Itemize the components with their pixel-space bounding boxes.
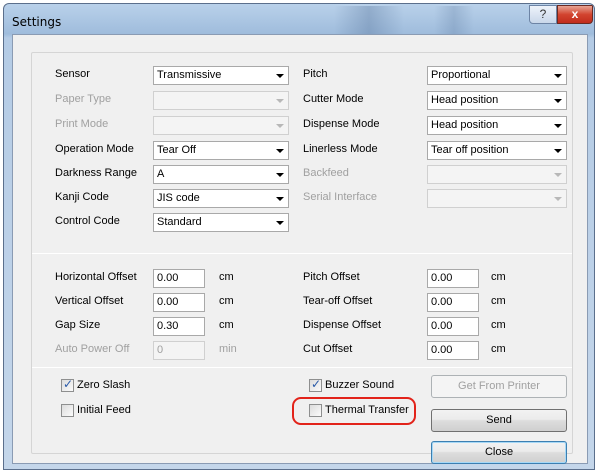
title-bar-glow-secondary [434, 6, 474, 34]
chevron-down-icon [276, 197, 284, 201]
dispense-offset-label: Dispense Offset [303, 319, 382, 331]
kanji-code-label: Kanji Code [55, 191, 109, 203]
zero-slash-checkbox[interactable]: ✓ [61, 377, 74, 392]
vertical-offset-input[interactable]: 0.00 [153, 293, 205, 312]
section-divider [32, 253, 572, 254]
window-close-button[interactable]: x [557, 5, 593, 24]
sensor-value: Transmissive [157, 69, 222, 81]
auto-power-off-input[interactable]: 0 [153, 341, 205, 360]
buzzer-sound-label: Buzzer Sound [325, 379, 395, 391]
sensor-label: Sensor [55, 68, 90, 80]
cut-offset-label: Cut Offset [303, 343, 353, 355]
control-code-value: Standard [157, 216, 202, 228]
settings-window: Settings ? x Sensor Transmissive Paper T… [3, 3, 595, 470]
horizontal-offset-unit: cm [219, 271, 234, 283]
help-icon: ? [539, 7, 547, 21]
initial-feed-label: Initial Feed [77, 404, 131, 416]
send-button[interactable]: Send [431, 409, 567, 432]
pitch-offset-input[interactable]: 0.00 [427, 269, 479, 288]
auto-power-off-unit: min [219, 343, 237, 355]
chevron-down-icon [276, 99, 284, 103]
linerless-mode-label: Linerless Mode [303, 143, 378, 155]
dispense-offset-unit: cm [491, 319, 506, 331]
gap-size-label: Gap Size [55, 319, 101, 331]
chevron-down-icon [554, 197, 562, 201]
horizontal-offset-input[interactable]: 0.00 [153, 269, 205, 288]
window-title: Settings [12, 15, 62, 29]
chevron-down-icon [554, 74, 562, 78]
auto-power-off-label: Auto Power Off [55, 343, 130, 355]
checkmark-icon: ✓ [311, 377, 322, 391]
chevron-down-icon [554, 149, 562, 153]
section-divider [32, 367, 572, 368]
kanji-code-dropdown[interactable]: JIS code [153, 189, 289, 208]
cut-offset-input[interactable]: 0.00 [427, 341, 479, 360]
zero-slash-label: Zero Slash [77, 379, 131, 391]
darkness-range-value: A [157, 168, 165, 180]
darkness-range-dropdown[interactable]: A [153, 165, 289, 184]
help-button[interactable]: ? [529, 5, 557, 24]
serial-interface-dropdown[interactable] [427, 189, 567, 208]
print-mode-label: Print Mode [55, 118, 109, 130]
kanji-code-value: JIS code [157, 192, 200, 204]
pitch-value: Proportional [431, 69, 491, 81]
control-code-label: Control Code [55, 215, 120, 227]
darkness-range-label: Darkness Range [55, 167, 137, 179]
linerless-mode-value: Tear off position [431, 144, 509, 156]
operation-mode-label: Operation Mode [55, 143, 134, 155]
vertical-offset-unit: cm [219, 295, 234, 307]
pitch-offset-unit: cm [491, 271, 506, 283]
get-from-printer-button[interactable]: Get From Printer [431, 375, 567, 398]
dispense-offset-input[interactable]: 0.00 [427, 317, 479, 336]
backfeed-label: Backfeed [303, 167, 349, 179]
dispense-mode-value: Head position [431, 119, 499, 131]
chevron-down-icon [554, 99, 562, 103]
chevron-down-icon [276, 124, 284, 128]
pitch-label: Pitch [303, 68, 328, 80]
pitch-dropdown[interactable]: Proportional [427, 66, 567, 85]
chevron-down-icon [276, 74, 284, 78]
dispense-mode-label: Dispense Mode [303, 118, 380, 130]
operation-mode-dropdown[interactable]: Tear Off [153, 141, 289, 160]
title-bar-glow [334, 6, 404, 34]
chevron-down-icon [554, 124, 562, 128]
cutter-mode-label: Cutter Mode [303, 93, 364, 105]
gap-size-unit: cm [219, 319, 234, 331]
cutter-mode-dropdown[interactable]: Head position [427, 91, 567, 110]
vertical-offset-label: Vertical Offset [55, 295, 124, 307]
serial-interface-label: Serial Interface [303, 191, 377, 203]
dialog-client-area: Sensor Transmissive Paper Type Print Mod… [12, 34, 588, 464]
paper-type-label: Paper Type [55, 93, 112, 105]
print-mode-dropdown[interactable] [153, 116, 289, 135]
close-button[interactable]: Close [431, 441, 567, 464]
chevron-down-icon [554, 173, 562, 177]
close-icon: x [571, 7, 579, 21]
thermal-transfer-checkbox[interactable] [309, 404, 322, 417]
cutter-mode-value: Head position [431, 94, 499, 106]
operation-mode-value: Tear Off [157, 144, 196, 156]
backfeed-dropdown[interactable] [427, 165, 567, 184]
linerless-mode-dropdown[interactable]: Tear off position [427, 141, 567, 160]
chevron-down-icon [276, 149, 284, 153]
buzzer-sound-checkbox[interactable]: ✓ [309, 377, 322, 392]
chevron-down-icon [276, 173, 284, 177]
cut-offset-unit: cm [491, 343, 506, 355]
gap-size-input[interactable]: 0.30 [153, 317, 205, 336]
tear-off-offset-label: Tear-off Offset [303, 295, 373, 307]
control-code-dropdown[interactable]: Standard [153, 213, 289, 232]
checkmark-icon: ✓ [63, 377, 74, 391]
initial-feed-checkbox[interactable] [61, 404, 74, 417]
dispense-mode-dropdown[interactable]: Head position [427, 116, 567, 135]
tear-off-offset-input[interactable]: 0.00 [427, 293, 479, 312]
title-bar[interactable]: Settings ? x [4, 4, 594, 38]
thermal-transfer-label: Thermal Transfer [325, 404, 409, 416]
pitch-offset-label: Pitch Offset [303, 271, 360, 283]
paper-type-dropdown[interactable] [153, 91, 289, 110]
horizontal-offset-label: Horizontal Offset [55, 271, 137, 283]
chevron-down-icon [276, 221, 284, 225]
sensor-dropdown[interactable]: Transmissive [153, 66, 289, 85]
tear-off-offset-unit: cm [491, 295, 506, 307]
